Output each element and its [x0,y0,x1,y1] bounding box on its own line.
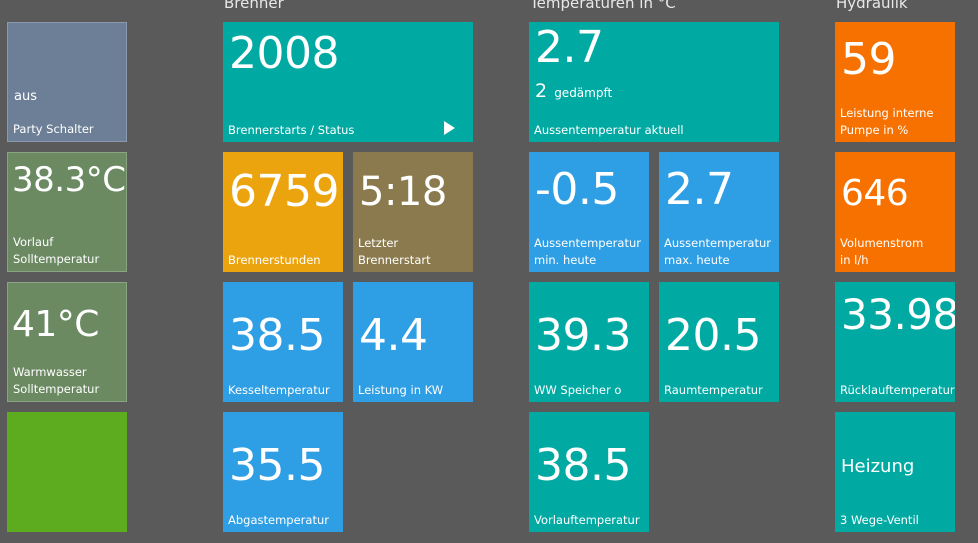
volumenstrom-label: Volumenstrom in l/h [840,236,924,267]
warmwasser-soll-tile[interactable]: 41°C Warmwasser Solltemperatur [7,282,127,402]
warmwasser-soll-value: 41°C [12,304,99,345]
aussentemperatur-tile[interactable]: 2.7 2 gedämpft Aussentemperatur aktuell [529,22,779,142]
vorlauf-soll-value: 38.3°C [12,160,126,200]
raumtemperatur-value: 20.5 [665,310,761,361]
ruecklauftemperatur-tile[interactable]: 33.98 Rücklauftemperatur [835,282,955,402]
kesseltemperatur-tile[interactable]: 38.5 Kesseltemperatur [223,282,343,402]
party-switch-label: Party Schalter [13,122,94,136]
ww-speicher-label: WW Speicher o [534,383,622,397]
brennerstunden-tile[interactable]: 6759 Brennerstunden [223,152,343,272]
section-header-hydraulik: Hydraulik [836,0,908,12]
vorlauftemperatur-value: 38.5 [535,440,631,491]
kesseltemperatur-label: Kesseltemperatur [228,383,330,397]
brennerstunden-label: Brennerstunden [228,253,321,267]
abgastemperatur-label: Abgastemperatur [228,513,329,527]
ww-speicher-tile[interactable]: 39.3 WW Speicher o [529,282,649,402]
letzter-brennerstart-value: 5:18 [359,169,447,215]
aussentemperatur-min-label: Aussentemperatur min. heute [534,236,641,267]
brennerstarts-tile[interactable]: 2008 Brennerstarts / Status [223,22,473,142]
aussentemperatur-damped: 2 gedämpft [535,80,612,102]
kesseltemperatur-value: 38.5 [229,310,325,361]
abgastemperatur-value: 35.5 [229,440,325,491]
leistung-kw-label: Leistung in KW [358,383,444,397]
party-switch-tile[interactable]: aus Party Schalter [7,22,127,142]
aussentemperatur-min-value: -0.5 [535,164,619,215]
warmwasser-soll-label: Warmwasser Solltemperatur [13,365,100,396]
aussentemperatur-max-value: 2.7 [665,164,734,215]
aussentemperatur-label: Aussentemperatur aktuell [534,123,684,137]
ww-speicher-value: 39.3 [535,310,631,361]
section-header-brenner: Brenner [224,0,284,12]
raumtemperatur-tile[interactable]: 20.5 Raumtemperatur [659,282,779,402]
leistung-kw-tile[interactable]: 4.4 Leistung in KW [353,282,473,402]
pumpenleistung-label: Leistung interne Pumpe in % [840,106,934,137]
abgastemperatur-tile[interactable]: 35.5 Abgastemperatur [223,412,343,532]
volumenstrom-value: 646 [841,173,909,214]
leistung-kw-value: 4.4 [359,310,428,361]
aussentemperatur-value: 2.7 [535,22,604,73]
brennerstarts-value: 2008 [229,28,339,79]
letzter-brennerstart-label: Letzter Brennerstart [358,236,431,267]
party-switch-value: aus [14,89,37,104]
ruecklauftemperatur-label: Rücklauftemperatur [840,383,955,397]
section-header-temperaturen: Temperaturen in °C [530,0,676,12]
play-icon[interactable] [444,121,455,135]
vorlauf-soll-tile[interactable]: 38.3°C Vorlauf Solltemperatur [7,152,127,272]
wegeventil-label: 3 Wege-Ventil [840,513,919,527]
ruecklauftemperatur-value: 33.98 [841,290,955,339]
aussentemperatur-damped-label: gedämpft [554,86,613,100]
aussentemperatur-max-label: Aussentemperatur max. heute [664,236,771,267]
vorlauf-soll-label: Vorlauf Solltemperatur [13,235,100,266]
aussentemperatur-damped-value: 2 [535,80,548,102]
vorlauftemperatur-tile[interactable]: 38.5 Vorlauftemperatur [529,412,649,532]
volumenstrom-tile[interactable]: 646 Volumenstrom in l/h [835,152,955,272]
status-tile[interactable] [7,412,127,532]
vorlauftemperatur-label: Vorlauftemperatur [534,513,640,527]
aussentemperatur-max-tile[interactable]: 2.7 Aussentemperatur max. heute [659,152,779,272]
letzter-brennerstart-tile[interactable]: 5:18 Letzter Brennerstart [353,152,473,272]
brennerstarts-label: Brennerstarts / Status [228,123,355,137]
aussentemperatur-min-tile[interactable]: -0.5 Aussentemperatur min. heute [529,152,649,272]
wegeventil-tile[interactable]: Heizung 3 Wege-Ventil [835,412,955,532]
pumpenleistung-tile[interactable]: 59 Leistung interne Pumpe in % [835,22,955,142]
wegeventil-value: Heizung [841,456,915,477]
raumtemperatur-label: Raumtemperatur [664,383,763,397]
brennerstunden-value: 6759 [229,166,339,217]
pumpenleistung-value: 59 [841,34,897,85]
